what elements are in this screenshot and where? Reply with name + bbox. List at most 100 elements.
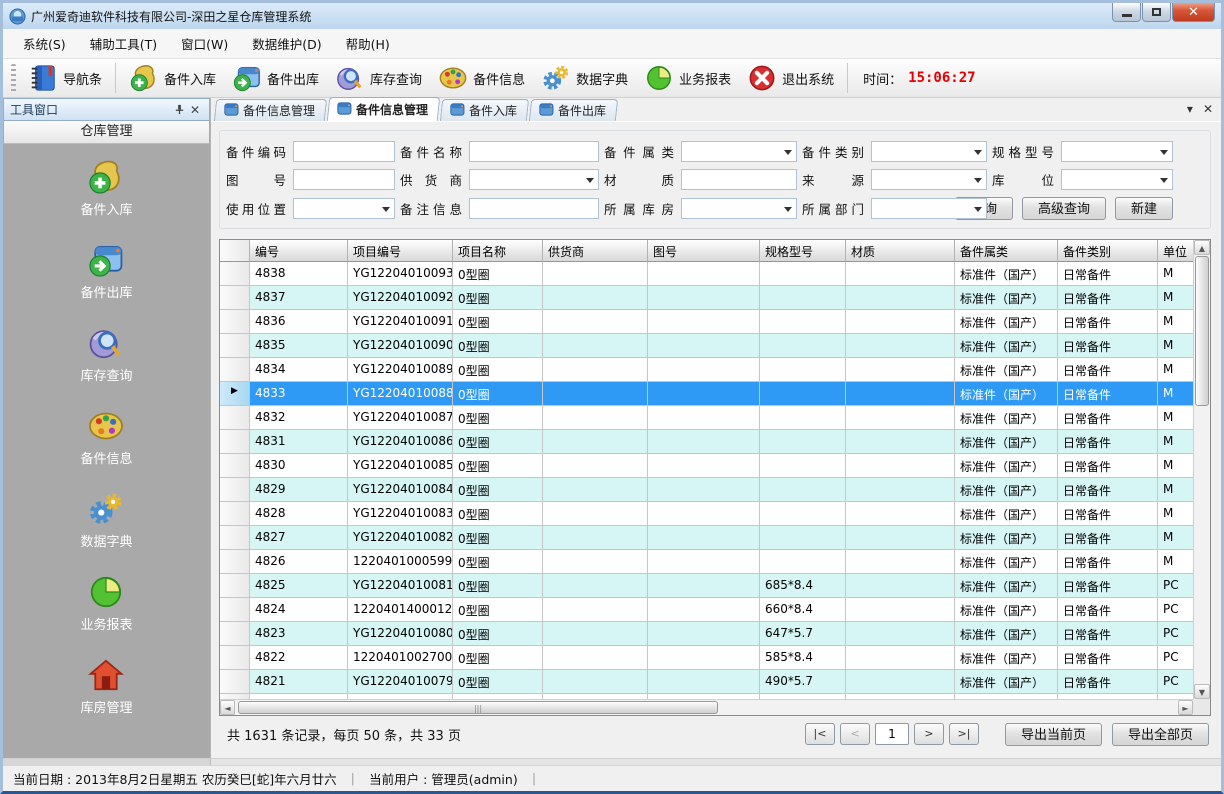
first-page-button[interactable]: |< [805, 723, 835, 745]
column-header-材质[interactable]: 材质 [846, 240, 955, 262]
cell [846, 526, 955, 550]
sidebar-item-3[interactable]: 库存查询 [80, 324, 132, 384]
scroll-right-icon[interactable]: ► [1178, 700, 1193, 715]
pin-icon[interactable] [171, 102, 187, 118]
table-row[interactable]: 4838YG122040100930型圈标准件（国产）日常备件M [220, 262, 1193, 286]
cell [846, 358, 955, 382]
field-input-r1c1[interactable] [293, 141, 395, 162]
column-header-图号[interactable]: 图号 [648, 240, 760, 262]
table-row[interactable]: ▶4833YG122040100880型圈标准件（国产）日常备件M [220, 382, 1193, 406]
menu-item-5[interactable]: 帮助(H) [334, 29, 402, 58]
toolbar-button-5[interactable]: 备件信息 [430, 60, 533, 96]
field-select-r1c5[interactable] [1061, 141, 1173, 162]
field-input-r2c1[interactable] [293, 169, 395, 190]
column-header-单位[interactable]: 单位 [1158, 240, 1193, 262]
field-input-r3c2[interactable] [469, 198, 599, 219]
new-button[interactable]: 新建 [1115, 197, 1173, 220]
tab-3[interactable]: 备件入库 [440, 99, 529, 121]
tab-2[interactable]: 备件信息管理 [327, 97, 441, 121]
field-input-r1c2[interactable] [469, 141, 599, 162]
cell: 4831 [250, 430, 348, 454]
table-row[interactable]: 4829YG122040100840型圈标准件（国产）日常备件M [220, 478, 1193, 502]
column-header-备件类别[interactable]: 备件类别 [1058, 240, 1158, 262]
menu-item-4[interactable]: 数据维护(D) [240, 29, 333, 58]
table-row[interactable]: 4821YG122040100790型圈490*5.7标准件（国产）日常备件PC [220, 670, 1193, 694]
column-header-项目编号[interactable]: 项目编号 [348, 240, 453, 262]
table-row[interactable]: 4828YG122040100830型圈标准件（国产）日常备件M [220, 502, 1193, 526]
sidebar-item-1[interactable]: 备件入库 [80, 158, 132, 218]
export-current-page-button[interactable]: 导出当前页 [1005, 723, 1102, 746]
minimize-button[interactable] [1112, 3, 1141, 22]
field-select-r3c4[interactable] [871, 198, 987, 219]
field-select-r3c3[interactable] [681, 198, 797, 219]
vertical-scroll-thumb[interactable] [1195, 256, 1209, 406]
sidebar-item-5[interactable]: 数据字典 [80, 490, 132, 550]
toolbar-button-1[interactable]: 导航条 [20, 60, 110, 96]
field-select-r3c1[interactable] [293, 198, 395, 219]
scroll-left-icon[interactable]: ◄ [220, 700, 235, 715]
column-header-备件属类[interactable]: 备件属类 [955, 240, 1058, 262]
tab-1[interactable]: 备件信息管理 [214, 99, 327, 121]
toolbar-button-6[interactable]: 数据字典 [533, 60, 636, 96]
sidebar-item-6[interactable]: 业务报表 [80, 573, 132, 633]
scroll-down-icon[interactable]: ▼ [1194, 684, 1210, 699]
table-row[interactable]: 4835YG122040100900型圈标准件（国产）日常备件M [220, 334, 1193, 358]
field-select-r2c4[interactable] [871, 169, 987, 190]
horizontal-scrollbar[interactable]: ◄ ► [220, 699, 1193, 715]
column-header-项目名称[interactable]: 项目名称 [453, 240, 543, 262]
advanced-query-button[interactable]: 高级查询 [1022, 197, 1106, 220]
tab-close-icon[interactable]: ✕ [1203, 102, 1213, 116]
toolbar-button-4[interactable]: 库存查询 [327, 60, 430, 96]
table-row[interactable]: 4834YG122040100890型圈标准件（国产）日常备件M [220, 358, 1193, 382]
close-icon[interactable]: ✕ [187, 102, 203, 118]
table-row[interactable]: 482412204014000120型圈660*8.4标准件（国产）日常备件PC [220, 598, 1193, 622]
sidebar-item-2[interactable]: 备件出库 [80, 241, 132, 301]
field-select-r2c5[interactable] [1061, 169, 1173, 190]
cell [648, 430, 760, 454]
column-header-规格型号[interactable]: 规格型号 [760, 240, 846, 262]
notebook-icon [28, 63, 58, 93]
last-page-button[interactable]: >| [949, 723, 979, 745]
vertical-scrollbar[interactable]: ▲ ▼ [1193, 240, 1210, 699]
table-row[interactable]: 4832YG122040100870型圈标准件（国产）日常备件M [220, 406, 1193, 430]
tab-4[interactable]: 备件出库 [529, 99, 618, 121]
toolbar-button-3[interactable]: 备件出库 [224, 60, 327, 96]
menu-item-3[interactable]: 窗口(W) [169, 29, 240, 58]
close-button[interactable]: ✕ [1172, 3, 1215, 22]
table-row[interactable]: 4827YG122040100820型圈标准件（国产）日常备件M [220, 526, 1193, 550]
table-row[interactable]: 482212204010027000型圈585*8.4标准件（国产）日常备件PC [220, 646, 1193, 670]
export-all-pages-button[interactable]: 导出全部页 [1112, 723, 1209, 746]
toolbar-button-7[interactable]: 业务报表 [636, 60, 739, 96]
scroll-up-icon[interactable]: ▲ [1194, 240, 1210, 255]
column-header-供货商[interactable]: 供货商 [543, 240, 648, 262]
toolbar-button-8[interactable]: 退出系统 [739, 60, 842, 96]
menu-item-1[interactable]: 系统(S) [11, 29, 78, 58]
field-input-r2c3[interactable] [681, 169, 797, 190]
table-row[interactable]: 4825YG122040100810型圈685*8.4标准件（国产）日常备件PC [220, 574, 1193, 598]
prev-page-button[interactable]: < [840, 723, 870, 745]
cell: 标准件（国产） [955, 598, 1058, 622]
horizontal-scroll-thumb[interactable] [238, 701, 718, 714]
warehouse-group-header[interactable]: 仓库管理 [3, 121, 210, 144]
table-row[interactable]: 4831YG122040100860型圈标准件（国产）日常备件M [220, 430, 1193, 454]
column-header-selector[interactable] [220, 240, 250, 262]
field-select-r2c2[interactable] [469, 169, 599, 190]
sidebar-item-7[interactable]: 库房管理 [80, 656, 132, 716]
table-row[interactable]: 4837YG122040100920型圈标准件（国产）日常备件M [220, 286, 1193, 310]
toolbar-button-2[interactable]: 备件入库 [121, 60, 224, 96]
page-number-input[interactable]: 1 [875, 723, 909, 745]
field-select-r1c4[interactable] [871, 141, 987, 162]
column-header-编号[interactable]: 编号 [250, 240, 348, 262]
next-page-button[interactable]: > [914, 723, 944, 745]
toolbar-grip[interactable] [11, 64, 16, 92]
tab-label: 备件信息管理 [356, 101, 428, 118]
sidebar-item-4[interactable]: 备件信息 [80, 407, 132, 467]
tab-list-chevron-down-icon[interactable]: ▾ [1187, 102, 1193, 116]
table-row[interactable]: 4823YG122040100800型圈647*5.7标准件（国产）日常备件PC [220, 622, 1193, 646]
maximize-button[interactable] [1142, 3, 1171, 22]
menu-item-2[interactable]: 辅助工具(T) [78, 29, 169, 58]
field-select-r1c3[interactable] [681, 141, 797, 162]
table-row[interactable]: 482612204010005990型圈标准件（国产）日常备件M [220, 550, 1193, 574]
table-row[interactable]: 4830YG122040100850型圈标准件（国产）日常备件M [220, 454, 1193, 478]
table-row[interactable]: 4836YG122040100910型圈标准件（国产）日常备件M [220, 310, 1193, 334]
